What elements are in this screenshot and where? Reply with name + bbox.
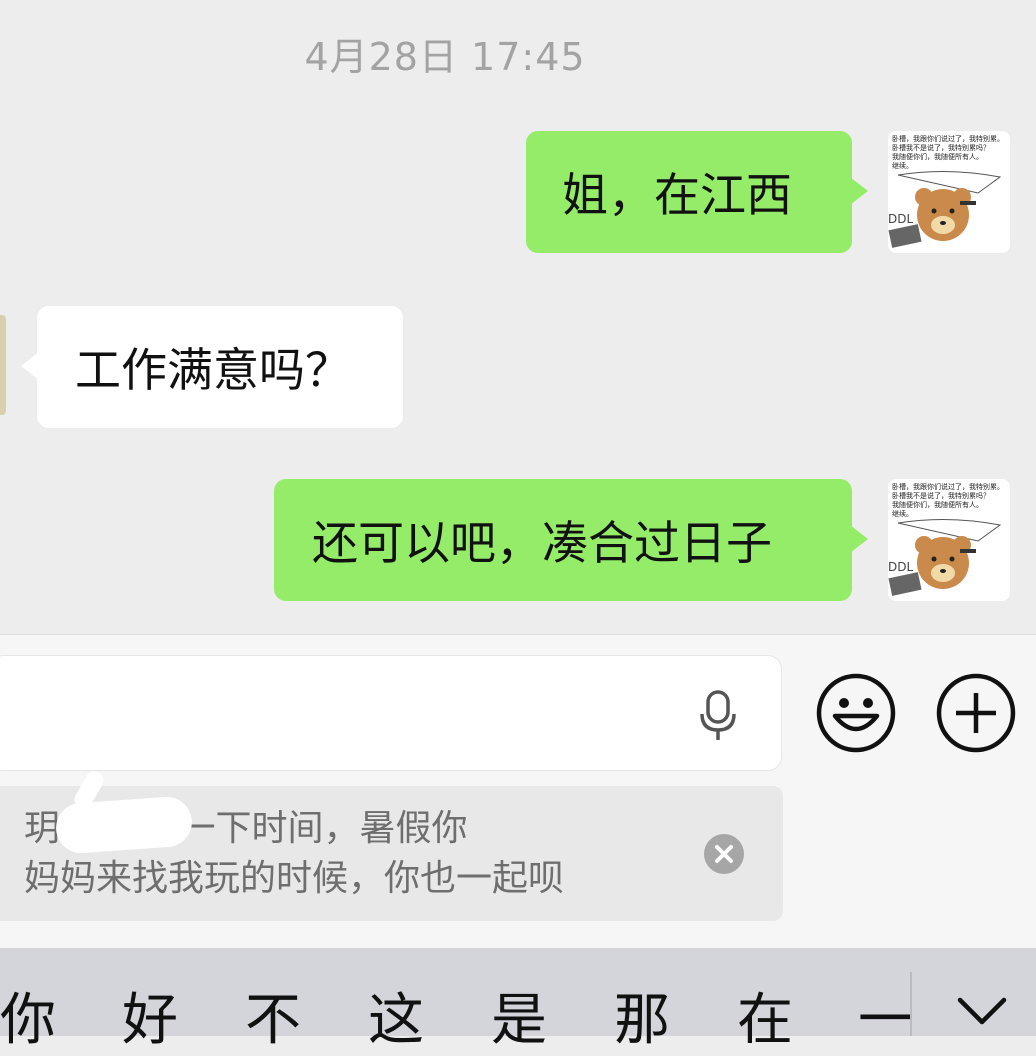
candidate-word[interactable]: 你 xyxy=(0,986,56,1056)
candidate-word[interactable]: 一 xyxy=(858,986,914,1056)
bear-sticker-icon: 卧槽，我跟你们说过了，我特别累。 卧槽我不是说了，我特别累吗？ 我随便你们，我随… xyxy=(888,482,1004,596)
avatar-self[interactable]: 卧槽，我跟你们说过了，我特别累。 卧槽我不是说了，我特别累吗？ 我随便你们，我随… xyxy=(888,479,1010,601)
svg-text:我随便你们，我随便所有人。: 我随便你们，我随便所有人。 xyxy=(892,500,983,509)
message-text: 还可以吧，凑合过日子 xyxy=(312,516,772,570)
candidate-word[interactable]: 这 xyxy=(368,986,424,1056)
svg-text:继续。: 继续。 xyxy=(892,161,913,170)
avatar-self[interactable]: 卧槽，我跟你们说过了，我特别累。 卧槽我不是说了，我特别累吗？ 我随便你们，我随… xyxy=(888,131,1010,253)
message-bubble-sent[interactable]: 姐，在江西 xyxy=(526,131,868,253)
bear-sticker-icon: 卧槽，我跟你们说过了，我特别累。 卧槽我不是说了，我特别累吗？ 我随便你们，我随… xyxy=(888,134,1004,248)
plus-circle-icon[interactable] xyxy=(935,672,1017,754)
svg-text:卧槽，我跟你们说过了，我特别累。: 卧槽，我跟你们说过了，我特别累。 xyxy=(892,482,1004,491)
microphone-icon[interactable] xyxy=(694,688,742,744)
candidate-word[interactable]: 在 xyxy=(737,986,793,1056)
avatar-contact[interactable] xyxy=(0,315,6,415)
message-text: 工作满意吗？ xyxy=(75,343,351,397)
message-input[interactable] xyxy=(0,655,782,771)
svg-text:DDL: DDL xyxy=(888,212,913,226)
message-bubble-received[interactable]: 工作满意吗？ xyxy=(21,306,403,428)
svg-text:卧槽，我跟你们说过了，我特别累。: 卧槽，我跟你们说过了，我特别累。 xyxy=(892,134,1004,143)
smiley-icon[interactable] xyxy=(815,672,897,754)
svg-text:卧槽我不是说了，我特别累吗？: 卧槽我不是说了，我特别累吗？ xyxy=(892,491,990,500)
candidate-word[interactable]: 好 xyxy=(122,986,178,1056)
candidate-divider xyxy=(910,972,912,1036)
candidate-word[interactable]: 是 xyxy=(491,986,547,1056)
close-circle-icon[interactable] xyxy=(703,833,745,875)
svg-text:继续。: 继续。 xyxy=(892,509,913,518)
message-text: 姐，在江西 xyxy=(562,168,792,222)
candidate-word[interactable]: 不 xyxy=(245,986,301,1056)
candidate-word[interactable]: 那 xyxy=(614,986,670,1056)
quoted-line-2: 妈妈来找我玩的时候，你也一起呗 xyxy=(24,858,565,899)
svg-text:DDL: DDL xyxy=(888,560,913,574)
chevron-down-icon[interactable] xyxy=(952,990,1012,1030)
message-bubble-sent[interactable]: 还可以吧，凑合过日子 xyxy=(274,479,868,601)
svg-text:我随便你们，我随便所有人。: 我随便你们，我随便所有人。 xyxy=(892,152,983,161)
timestamp: 4月28日 17:45 xyxy=(304,35,586,79)
svg-text:卧槽我不是说了，我特别累吗？: 卧槽我不是说了，我特别累吗？ xyxy=(892,143,990,152)
